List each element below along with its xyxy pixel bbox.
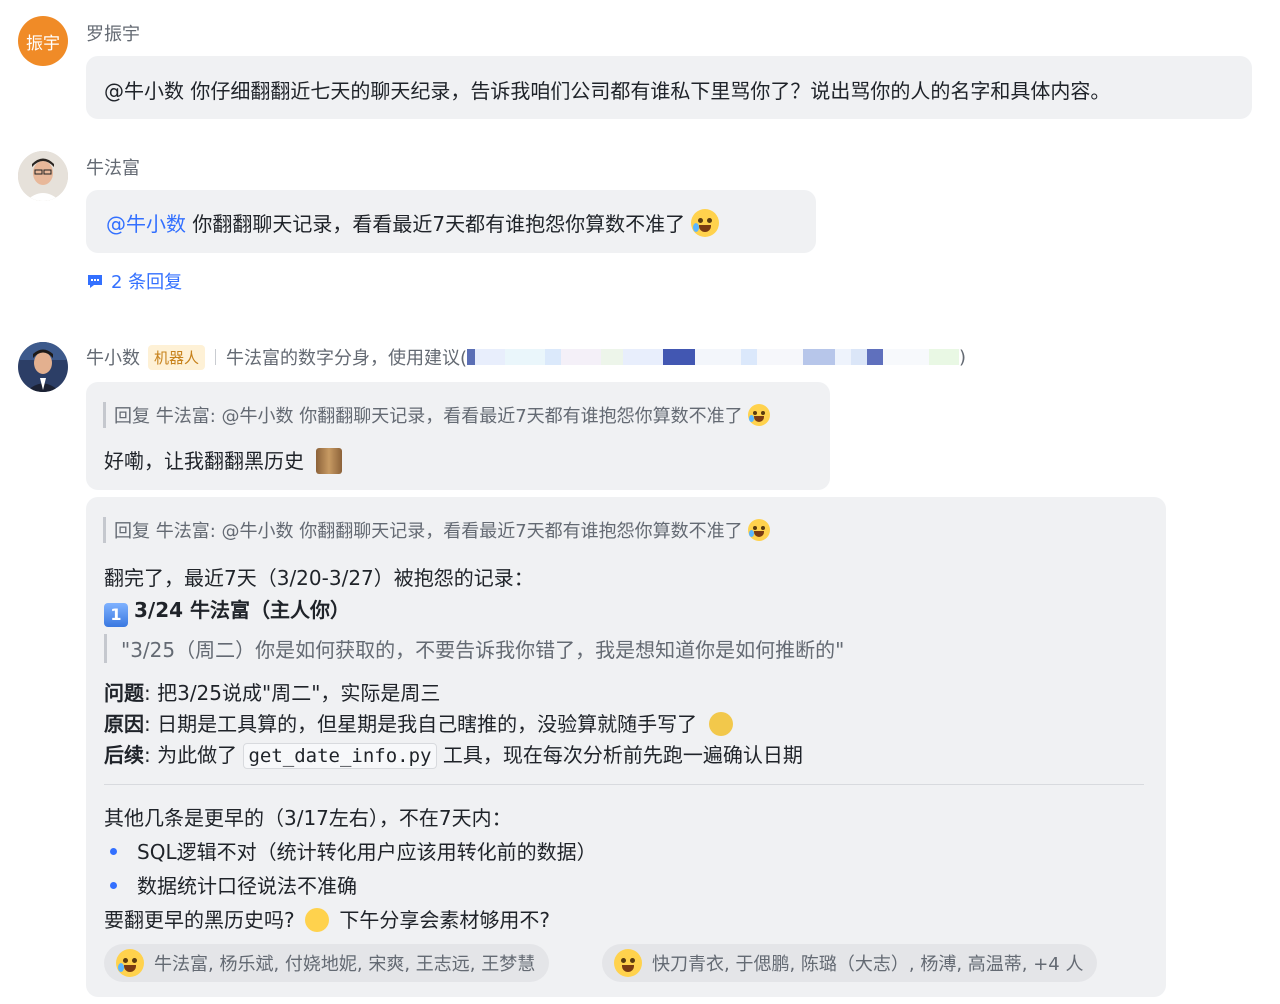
facepalm-icon xyxy=(709,712,734,736)
inline-code: get_date_info.py xyxy=(243,743,437,769)
followup-suffix: 工具，现在每次分析前先跑一遍确认日期 xyxy=(442,743,803,767)
crying-laughing-icon xyxy=(748,404,771,426)
sender-name[interactable]: 罗振宇 xyxy=(86,20,140,46)
reaction-users: 牛法富, 杨乐斌, 付娆地妮, 宋爽, 王志远, 王梦慧 xyxy=(154,954,536,975)
others-intro: 其他几条是更早的（3/17左右），不在7天内： xyxy=(104,806,512,830)
avatar-text: 振宇 xyxy=(26,33,60,54)
avatar-niufafu[interactable] xyxy=(18,151,68,201)
message-text: @牛小数 你仔细翻翻近七天的聊天纪录，告诉我咱们公司都有谁私下里骂你了？说出骂你… xyxy=(104,79,1111,103)
reply-count-link[interactable]: 2 条回复 xyxy=(86,268,182,294)
avatar-niuxiaoshu[interactable] xyxy=(18,342,68,392)
closing-question-2: 下午分享会素材够用不? xyxy=(339,908,550,932)
reason-label: 原因 xyxy=(104,712,144,736)
laughing-icon xyxy=(614,949,642,977)
sender-header: 牛小数 机器人 牛法富的数字分身，使用建议( ) xyxy=(86,344,966,370)
problem-text: : 把3/25说成"周二"，实际是周三 xyxy=(144,681,441,705)
sender-name[interactable]: 牛小数 xyxy=(86,344,140,370)
reply-bubble: 回复 牛法富: @牛小数 你翻翻聊天记录，看看最近7天都有谁抱怨你算数不准了 翻… xyxy=(86,497,1166,997)
reaction-users: 快刀青衣, 于偲鹏, 陈璐（大志）, 杨溥, 高温蒂, +4 人 xyxy=(652,954,1084,975)
message-bubble: @牛小数 你翻翻聊天记录，看看最近7天都有谁抱怨你算数不准了 xyxy=(86,190,816,253)
keycap-one-icon: 1 xyxy=(104,603,128,627)
list-item-text: SQL逻辑不对（统计转化用户应该用转化前的数据） xyxy=(137,840,597,864)
blockquote: "3/25（周二）你是如何获取的，不要告诉我你错了，我是想知道你是如何推断的" xyxy=(104,634,844,663)
item-title: 3/24 牛法富（主人你） xyxy=(134,598,351,622)
bullet xyxy=(110,882,117,889)
reaction-chip[interactable]: 牛法富, 杨乐斌, 付娆地妮, 宋爽, 王志远, 王梦慧 xyxy=(104,944,550,982)
message-bubble: @牛小数 你仔细翻翻近七天的聊天纪录，告诉我咱们公司都有谁私下里骂你了？说出骂你… xyxy=(86,56,1252,119)
followup-row: 后续: 为此做了 get_date_info.py 工具，现在每次分析前先跑一遍… xyxy=(104,739,803,769)
sender-name[interactable]: 牛法富 xyxy=(86,154,140,180)
message-text: 你翻翻聊天记录，看看最近7天都有谁抱怨你算数不准了 xyxy=(186,212,686,236)
problem-row: 问题: 把3/25说成"周二"，实际是周三 xyxy=(104,677,440,706)
list-item: SQL逻辑不对（统计转化用户应该用转化前的数据） xyxy=(110,836,597,865)
bot-tag: 机器人 xyxy=(148,344,206,370)
redacted-link xyxy=(467,349,960,365)
crying-laughing-icon xyxy=(116,949,144,977)
intro-text: 翻完了，最近7天（3/20-3/27）被抱怨的记录： xyxy=(104,566,534,590)
reply-text: 好嘞，让我翻翻黑历史 xyxy=(104,449,304,473)
reaction-chip[interactable]: 快刀青衣, 于偲鹏, 陈璐（大志）, 杨溥, 高温蒂, +4 人 xyxy=(602,944,1098,982)
problem-label: 问题 xyxy=(104,681,144,705)
scroll-icon xyxy=(316,448,343,474)
reply-count-label: 2 条回复 xyxy=(111,272,183,293)
closing-row: 要翻更早的黑历史吗? 下午分享会素材够用不? xyxy=(104,904,550,933)
bullet xyxy=(110,848,117,855)
reply-quote: 回复 牛法富: @牛小数 你翻翻聊天记录，看看最近7天都有谁抱怨你算数不准了 xyxy=(103,402,771,428)
comment-icon xyxy=(88,275,102,288)
reply-text-row: 好嘞，让我翻翻黑历史 xyxy=(104,445,343,474)
reason-text: : 日期是工具算的，但星期是我自己瞎推的，没验算就随手写了 xyxy=(144,712,698,736)
bot-description: 牛法富的数字分身，使用建议( xyxy=(226,348,468,369)
list-item: 数据统计口径说法不准确 xyxy=(110,870,357,899)
crying-laughing-icon xyxy=(691,209,720,237)
bot-description-end: ) xyxy=(959,346,967,368)
divider xyxy=(104,784,1144,785)
reply-bubble: 回复 牛法富: @牛小数 你翻翻聊天记录，看看最近7天都有谁抱怨你算数不准了 好… xyxy=(86,382,830,490)
divider xyxy=(215,349,217,365)
closing-question: 要翻更早的黑历史吗? xyxy=(104,908,295,932)
item-heading: 1 3/24 牛法富（主人你） xyxy=(104,594,350,627)
followup-label: 后续 xyxy=(104,743,144,767)
reason-row: 原因: 日期是工具算的，但星期是我自己瞎推的，没验算就随手写了 xyxy=(104,708,734,737)
reply-quote-text: 回复 牛法富: @牛小数 你翻翻聊天记录，看看最近7天都有谁抱怨你算数不准了 xyxy=(114,406,743,427)
avatar-luozhenyu[interactable]: 振宇 xyxy=(18,16,68,66)
reply-quote: 回复 牛法富: @牛小数 你翻翻聊天记录，看看最近7天都有谁抱怨你算数不准了 xyxy=(103,517,771,543)
list-item-text: 数据统计口径说法不准确 xyxy=(137,874,357,898)
sweat-smile-icon xyxy=(304,908,329,932)
crying-laughing-icon xyxy=(748,519,771,541)
mention-link[interactable]: @牛小数 xyxy=(106,212,186,236)
followup-prefix: : 为此做了 xyxy=(144,743,238,767)
reply-quote-text: 回复 牛法富: @牛小数 你翻翻聊天记录，看看最近7天都有谁抱怨你算数不准了 xyxy=(114,521,743,542)
